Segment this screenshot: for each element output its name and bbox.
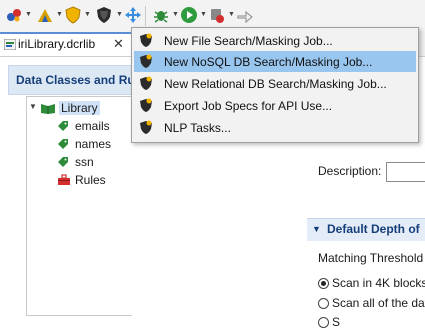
- menu-label: Export Job Specs for API Use...: [164, 99, 333, 113]
- play-dropdown-arrow[interactable]: ▼: [200, 11, 207, 18]
- menu-item-nlp-tasks[interactable]: NLP Tasks...: [134, 117, 416, 138]
- menu-label: NLP Tasks...: [164, 121, 231, 135]
- radio-third[interactable]: S: [318, 315, 340, 329]
- tree-item-emails[interactable]: emails: [57, 117, 133, 135]
- mask-job-dropdown-arrow[interactable]: ▼: [116, 11, 123, 18]
- radio-label: Scan all of the dat: [332, 296, 425, 310]
- tree-label-emails: emails: [75, 119, 110, 133]
- tag-icon: [58, 157, 68, 167]
- tab-close-button[interactable]: ✕: [113, 36, 124, 52]
- menu-label: New NoSQL DB Search/Masking Job...: [164, 55, 373, 69]
- tree-label-ssn: ssn: [75, 155, 94, 169]
- menu-item-new-nosql-job[interactable]: New NoSQL DB Search/Masking Job...: [134, 51, 416, 72]
- tree-item-names[interactable]: names: [57, 135, 133, 153]
- tree-label-library: Library: [59, 101, 100, 115]
- toolbar-separator: [145, 6, 146, 26]
- tag-icon: [58, 139, 68, 149]
- deploy-dropdown-arrow[interactable]: ▼: [228, 11, 235, 18]
- run-icon[interactable]: [5, 6, 23, 24]
- tab-label: iriLibrary.dcrlib: [18, 37, 96, 51]
- tree-label-names: names: [75, 137, 112, 151]
- tree-item-library[interactable]: ▼ Library: [29, 99, 129, 117]
- menu-item-new-file-job[interactable]: New File Search/Masking Job...: [134, 30, 416, 51]
- stats-icon[interactable]: [36, 6, 54, 24]
- shield-job-icon: [140, 76, 152, 90]
- shield-job-icon: [140, 98, 152, 112]
- library-file-icon: [4, 39, 16, 50]
- radio-icon[interactable]: [318, 317, 329, 328]
- tag-icon: [58, 121, 68, 131]
- deploy-icon[interactable]: [208, 6, 226, 24]
- radio-scan-4k[interactable]: Scan in 4K blocks: [318, 276, 425, 290]
- description-label: Description:: [318, 164, 382, 178]
- section-title: Default Depth of: [327, 222, 420, 236]
- radio-scan-all[interactable]: Scan all of the dat: [318, 296, 425, 310]
- shield-job-icon: [140, 54, 152, 68]
- shield-icon[interactable]: [64, 6, 82, 24]
- menu-item-export-job-specs[interactable]: Export Job Specs for API Use...: [134, 95, 416, 116]
- tab-irilibrary[interactable]: iriLibrary.dcrlib ✕: [0, 32, 132, 56]
- mask-job-icon[interactable]: [95, 6, 113, 24]
- description-input[interactable]: [386, 162, 425, 182]
- shield-job-icon: [140, 120, 152, 134]
- menu-label: New Relational DB Search/Masking Job...: [164, 77, 387, 91]
- data-class-tree: ▼ Library emails names ssn Rules: [26, 96, 132, 316]
- collapse-icon[interactable]: ▼: [29, 102, 37, 111]
- tree-item-ssn[interactable]: ssn: [57, 153, 133, 171]
- radio-label: Scan in 4K blocks: [332, 276, 425, 290]
- radio-label: S: [332, 315, 341, 329]
- move-icon[interactable]: [124, 6, 142, 24]
- book-icon: [41, 104, 55, 114]
- play-icon[interactable]: [180, 6, 198, 24]
- debug-dropdown-arrow[interactable]: ▼: [172, 11, 179, 18]
- shield-job-icon: [140, 33, 152, 47]
- toolbox-icon: [58, 174, 70, 185]
- expand-caret-icon[interactable]: ▼: [312, 224, 321, 234]
- run-dropdown-arrow[interactable]: ▼: [25, 11, 32, 18]
- panel-header: Data Classes and Rules: [8, 65, 151, 95]
- menu-label: New File Search/Masking Job...: [164, 34, 333, 48]
- radio-icon[interactable]: [318, 298, 329, 309]
- shield-dropdown-arrow[interactable]: ▼: [84, 11, 91, 18]
- radio-selected-icon[interactable]: [318, 278, 329, 289]
- debug-icon[interactable]: [152, 6, 170, 24]
- tree-item-rules[interactable]: Rules: [57, 171, 133, 189]
- tree-label-rules: Rules: [75, 173, 106, 187]
- stats-dropdown-arrow[interactable]: ▼: [56, 11, 63, 18]
- default-depth-section-header[interactable]: ▼ Default Depth of: [307, 218, 425, 241]
- matching-threshold-label: Matching Threshold: [318, 251, 424, 265]
- menu-item-new-relational-job[interactable]: New Relational DB Search/Masking Job...: [134, 73, 416, 94]
- link-icon[interactable]: [236, 6, 254, 24]
- new-job-menu: New File Search/Masking Job... New NoSQL…: [131, 27, 419, 143]
